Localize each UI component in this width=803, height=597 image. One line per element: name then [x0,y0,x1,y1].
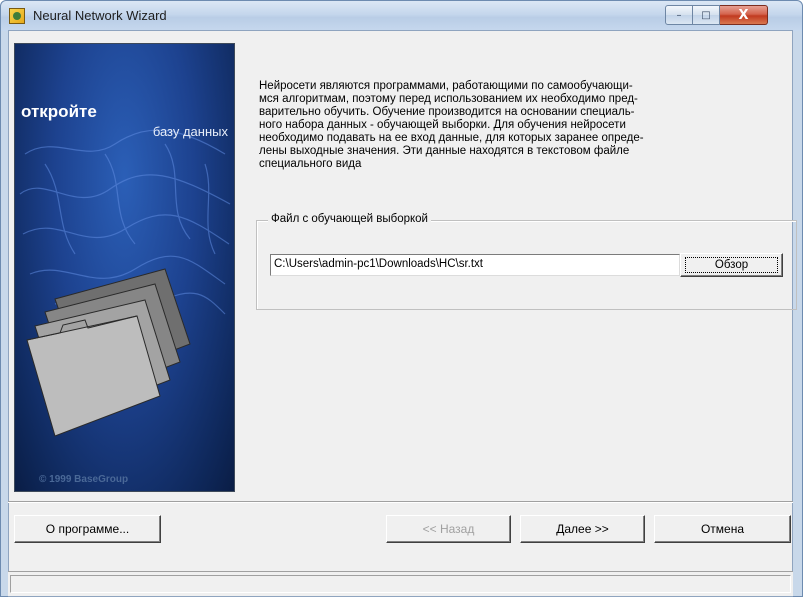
status-bar [8,571,793,596]
description-text: Нейросети являются программами, работающ… [259,80,784,171]
wizard-banner-image: откройте базу данных © 1999 BaseGroup [14,43,235,492]
next-button[interactable]: Далее >> [520,515,645,543]
maximize-button[interactable]: □ [693,5,720,25]
banner-title: откройте [21,102,97,121]
browse-button[interactable]: Обзор [680,253,783,277]
description-line: необходимо подавать на ее вход данные, д… [259,132,644,144]
button-separator [8,501,793,503]
about-button[interactable]: О программе... [14,515,161,543]
banner-copyright: © 1999 BaseGroup [39,474,129,485]
folders-icon [26,268,191,437]
back-button[interactable]: << Назад [386,515,511,543]
window-title: Neural Network Wizard [33,8,167,23]
title-bar[interactable]: Neural Network Wizard – □ X [1,1,802,31]
about-button-label: О программе... [45,522,130,536]
cancel-button[interactable]: Отмена [654,515,791,543]
training-file-path-input[interactable]: C:\Users\admin-pc1\Downloads\НС\sr.txt [270,254,680,276]
focus-rectangle [685,257,778,273]
maximize-icon: □ [701,9,711,21]
description-line: ного набора данных - обучающей выборки. … [259,119,626,131]
close-icon: X [738,7,749,23]
description-line: Нейросети являются программами, работающ… [259,80,633,92]
description-line: лены выходные значения. Эти данные наход… [259,145,630,157]
description-line: мся алгоритмам, поэтому перед использова… [259,93,638,105]
description-line: специального вида [259,158,362,170]
banner-subtitle: базу данных [152,124,228,139]
close-button[interactable]: X [720,5,768,25]
app-icon [9,8,25,24]
minimize-button[interactable]: – [665,5,693,25]
cancel-button-label: Отмена [700,522,745,536]
training-file-group-label: Файл с обучающей выборкой [268,213,431,225]
status-bar-panel [10,575,791,593]
next-button-label: Далее >> [556,522,609,536]
back-button-label: << Назад [422,522,475,536]
description-line: варительно обучить. Обучение производитс… [259,106,635,118]
minimize-icon: – [676,9,682,21]
